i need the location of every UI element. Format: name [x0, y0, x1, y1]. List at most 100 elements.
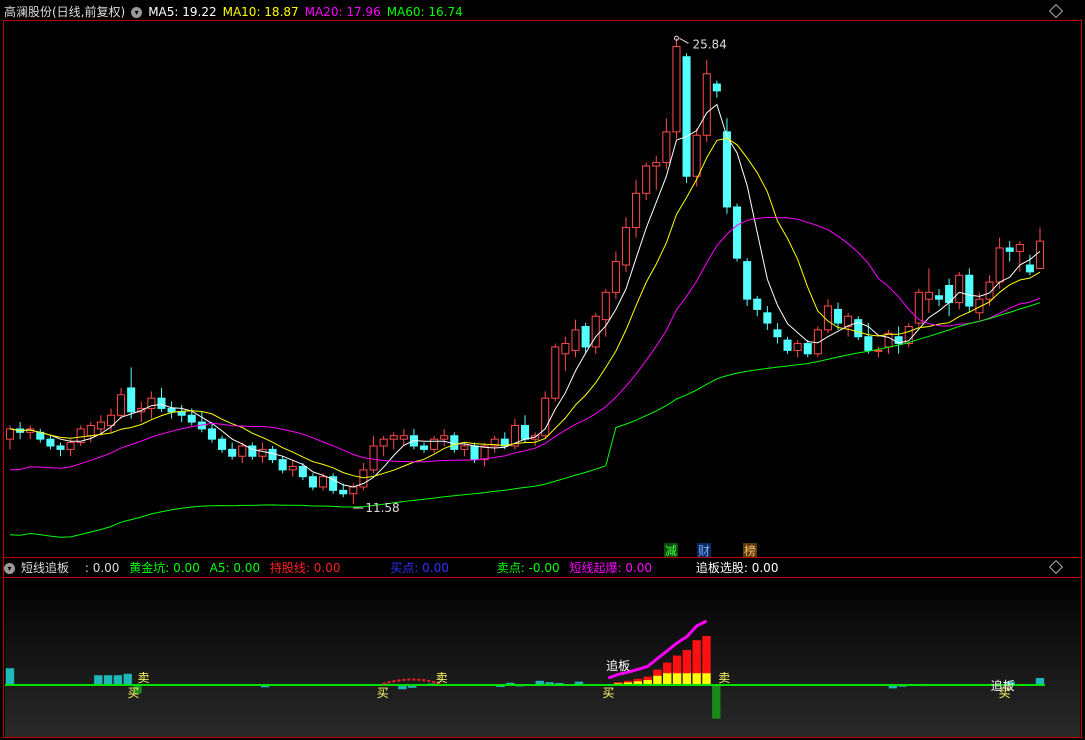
candle-body: [117, 394, 126, 416]
candle-body: [369, 445, 378, 471]
buy-label: 买: [377, 686, 389, 700]
candle-body: [743, 261, 752, 300]
candle-body: [581, 325, 590, 348]
candle-body: [1005, 247, 1014, 252]
candle-body: [228, 448, 237, 457]
high-pointer: [679, 37, 689, 44]
candle-body: [591, 315, 600, 348]
buy-label: 买: [602, 686, 614, 700]
candle-body: [1025, 264, 1034, 273]
candle-body: [621, 226, 631, 266]
buy-label: 买: [128, 686, 140, 700]
candle-body: [803, 343, 812, 355]
candle-body: [450, 435, 459, 450]
candle-body: [692, 134, 701, 177]
candle-body: [520, 424, 530, 440]
candle-body: [480, 445, 489, 461]
candle-body: [96, 421, 105, 430]
candle-body: [611, 261, 620, 293]
candle-body: [763, 312, 772, 324]
candle-body: [884, 332, 893, 348]
main-panel-border: [3, 20, 1082, 558]
indicator-yellow-bar: [653, 675, 662, 685]
chart-canvas[interactable]: 25.8411.58 买卖买卖买追板卖追板买 减 财 榜: [0, 0, 1085, 740]
buy-label: 买: [999, 686, 1011, 700]
candle-body: [702, 73, 711, 136]
sell-label: 卖: [138, 671, 150, 685]
candle-body: [399, 435, 408, 440]
candle-body: [561, 343, 570, 355]
chart-window: 高澜股份(日线,前复权) ▾ MA5: 19.22 MA10: 18.87 MA20: …: [0, 0, 1085, 740]
candle-body: [672, 45, 681, 133]
indicator-bar: [1035, 678, 1045, 685]
candle-body: [66, 442, 75, 450]
candle-body: [419, 445, 429, 450]
candle-body: [187, 414, 196, 423]
candle-body: [460, 445, 469, 450]
candle-body: [793, 343, 802, 351]
indicator-yellow-bar: [682, 673, 692, 685]
candle-body: [319, 476, 328, 488]
high-label: 25.84: [692, 37, 726, 51]
indicator-bar: [5, 668, 15, 685]
candle-body: [632, 192, 641, 228]
candle-body: [1015, 244, 1024, 252]
candle-body: [218, 438, 227, 450]
marker-rank-label: 榜: [744, 543, 756, 558]
indicator-yellow-bar: [672, 673, 682, 685]
candle-body: [551, 346, 560, 399]
candle-body: [662, 131, 671, 164]
candle-body: [965, 274, 974, 307]
candle-body: [167, 407, 176, 413]
candle-body: [430, 438, 439, 450]
sell-label: 卖: [718, 671, 730, 685]
candle-body: [682, 56, 691, 177]
chase-label: 追板: [606, 658, 630, 673]
candle-body: [601, 291, 610, 321]
indicator-bar: [123, 673, 132, 685]
candle-body: [308, 476, 317, 488]
candle-body: [571, 329, 580, 351]
indicator-yellow-bar: [692, 673, 701, 685]
candle-body: [298, 465, 307, 478]
candle-body: [541, 397, 550, 437]
candle-body: [864, 336, 873, 351]
candle-body: [177, 411, 186, 416]
candle-body: [157, 397, 166, 409]
indicator-bar: [103, 675, 113, 685]
candle-body: [339, 489, 348, 495]
candle-body: [46, 438, 55, 447]
marker-finance[interactable]: 财: [697, 543, 711, 558]
low-label: 11.58: [365, 501, 399, 515]
candle-body: [652, 162, 661, 167]
candle-body: [955, 274, 964, 304]
candle-body: [995, 247, 1004, 283]
sell-label: 卖: [436, 671, 448, 685]
candle-body: [1035, 240, 1045, 269]
marker-rank[interactable]: 榜: [743, 543, 757, 558]
marker-reduce[interactable]: 减: [664, 543, 678, 558]
indicator-bar: [712, 685, 721, 719]
candle-body: [127, 387, 136, 413]
candle-body: [389, 435, 398, 440]
candle-body: [783, 339, 792, 351]
candle-body: [288, 465, 297, 471]
candle-body: [470, 445, 479, 461]
indicator-yellow-bar: [663, 673, 672, 685]
candle-body: [834, 308, 843, 324]
candle-body: [278, 459, 287, 471]
candle-body: [207, 428, 216, 440]
marker-finance-label: 财: [698, 544, 710, 558]
candle-body: [733, 206, 742, 259]
candle-body: [5, 428, 15, 440]
candle-body: [712, 83, 721, 92]
sub-panel-background: [5, 578, 1080, 738]
candle-body: [914, 291, 923, 324]
candle-body: [379, 438, 388, 447]
candle-body: [56, 445, 65, 450]
candle-body: [238, 445, 247, 457]
candle-body: [753, 298, 762, 310]
indicator-bar: [94, 675, 103, 685]
candle-body: [642, 165, 651, 194]
candle-body: [86, 424, 95, 437]
